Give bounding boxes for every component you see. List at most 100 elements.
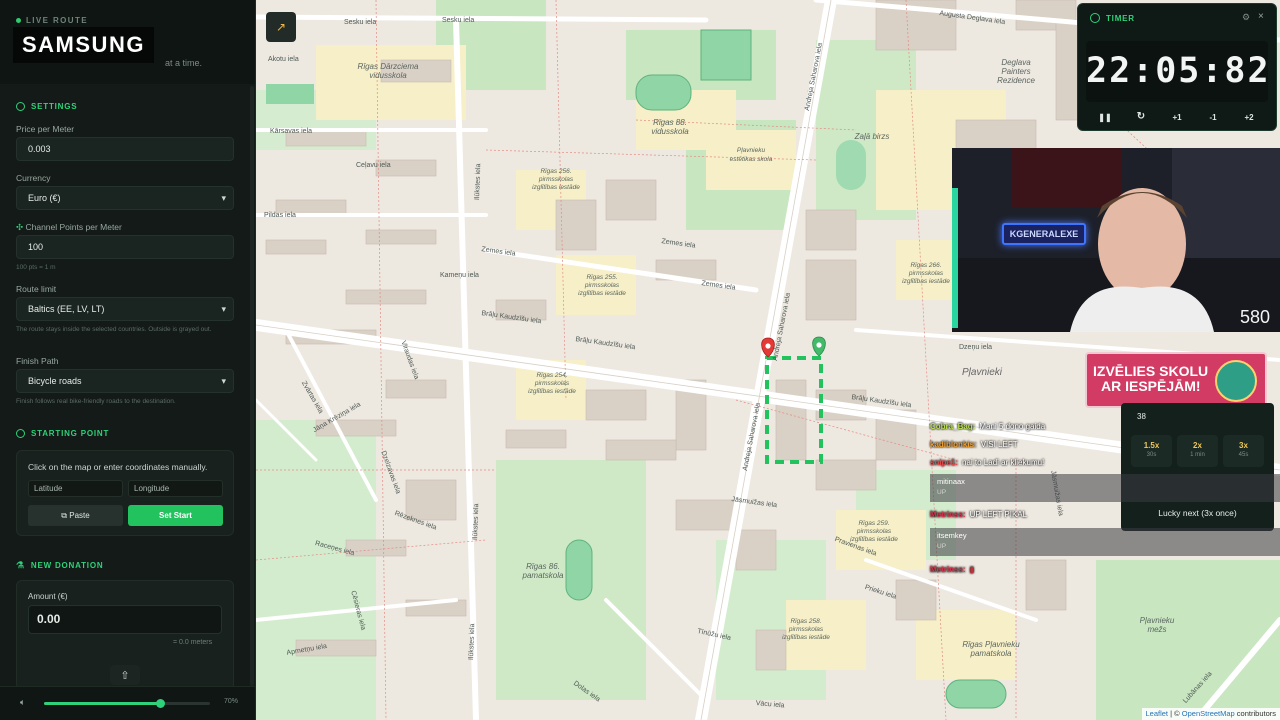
finish-select[interactable]: Bicycle roads xyxy=(16,369,234,393)
settings-section-title: SETTINGS xyxy=(16,102,77,111)
viewer-count: 580 xyxy=(1239,307,1270,327)
app-root: LIVE ROUTE at a time. SAMSUNG SETTINGS P… xyxy=(0,0,1280,720)
place-label: Rīgas 258. pirmsskolas izglītības iestād… xyxy=(782,618,830,641)
points-label: Channel Points per Meter xyxy=(25,222,122,232)
timer-plus1-button[interactable]: +1 xyxy=(1167,113,1187,122)
mult-button-3[interactable]: 3x 45s xyxy=(1223,435,1264,467)
meters-readout: = 0.0 meters xyxy=(173,639,213,646)
map-trend-button[interactable]: ↗ xyxy=(266,12,296,42)
tagline: at a time. xyxy=(165,58,203,68)
street-label: Ilūkstes iela xyxy=(468,623,477,661)
beaker-icon: ⚗ xyxy=(16,560,25,570)
chat-reply-card: mitinaax UP xyxy=(930,474,1280,502)
sidebar-scrollbar[interactable] xyxy=(250,86,254,686)
chat-message: Cobra_Bag: Mani 5 dono gaida xyxy=(930,422,1045,431)
new-donation-title: ⚗ NEW DONATION xyxy=(16,560,103,571)
timer-widget: TIMER ⚙ × 22:05:82 ❚❚ ↻ +1 -1 +2 xyxy=(1077,3,1277,131)
chat-text: Mani 5 dono gaida xyxy=(979,422,1046,431)
street-label: Ceļavu iela xyxy=(356,162,391,169)
new-donation-title-text: NEW DONATION xyxy=(30,561,104,570)
currency-label: Currency xyxy=(16,173,51,183)
mascot-icon xyxy=(1215,360,1257,402)
chat-message: Metrinss: UP LEFT PIKAL xyxy=(930,510,1027,519)
timer-minus1-button[interactable]: -1 xyxy=(1203,113,1223,122)
chat-user: Metrinss: xyxy=(930,565,966,574)
map-attribution: Leaflet | © OpenStreetMap contributors xyxy=(1141,708,1280,720)
pin-icon xyxy=(16,429,25,438)
longitude-input[interactable]: Longitude xyxy=(128,480,223,497)
place-label: Rīgas 266. pirmsskolas izglītības iestād… xyxy=(902,262,950,285)
speaker-icon[interactable]: 🔈︎ xyxy=(20,697,25,708)
volume-fill xyxy=(44,702,161,705)
multiplier-input[interactable]: 38 xyxy=(1129,408,1266,426)
multiplier-panel: 38 1.5x 30s 2x 1 min 3x 45s Lucky next (3x … xyxy=(1121,403,1274,531)
live-dot-icon xyxy=(16,18,21,23)
amount-input[interactable]: 0.00 xyxy=(28,605,222,634)
mult-value: 1.5x xyxy=(1143,441,1160,450)
timer-title: TIMER xyxy=(1090,13,1135,23)
place-label: Pļavnieku mežs xyxy=(1139,616,1175,634)
promo-banner[interactable]: IZVĒLIES SKOLU AR IESPĒJĀM! xyxy=(1085,352,1267,408)
neon-sign: KGENERALEXE xyxy=(1002,223,1086,245)
chat-text: UP LEFT PIKAL xyxy=(969,510,1028,519)
set-start-button[interactable]: Set Start xyxy=(128,505,223,526)
pause-icon: ❚❚ xyxy=(1098,113,1112,122)
place-label: Zaļā birzs xyxy=(854,132,890,141)
pause-button[interactable]: ❚❚ xyxy=(1095,113,1115,122)
points-input[interactable]: 100 xyxy=(16,235,234,259)
amount-label: Amount (€) xyxy=(28,592,68,601)
volume-knob[interactable] xyxy=(156,699,166,708)
attribution-tail: contributors xyxy=(1234,709,1276,718)
place-label: Pļavnieki xyxy=(962,367,1003,378)
chat-user: snipe1: xyxy=(930,458,959,467)
reply-user: mitinaax xyxy=(937,477,965,486)
street-label: Sesku iela xyxy=(344,19,377,26)
latitude-input[interactable]: Latitude xyxy=(28,480,123,497)
chat-user: kadiblonkis: xyxy=(930,440,977,449)
osm-link[interactable]: OpenStreetMap xyxy=(1182,709,1235,718)
chat-user: Metrinss: xyxy=(930,510,966,519)
place-label: Deglava Painters Rezidence xyxy=(997,58,1035,85)
chat-text: ▮ xyxy=(969,565,974,574)
points-label-row: ✣ Channel Points per Meter xyxy=(16,222,122,233)
sidebar: LIVE ROUTE at a time. SAMSUNG SETTINGS P… xyxy=(0,0,256,720)
price-label: Price per Meter xyxy=(16,124,75,134)
clock-icon xyxy=(1090,13,1100,23)
chat-message: kadiblonkis: VISI LEFT xyxy=(930,440,1018,449)
street-label: Sesku iela xyxy=(442,17,475,24)
paste-button[interactable]: ⧉ Paste xyxy=(28,505,123,526)
mult-duration: 45s xyxy=(1238,452,1249,458)
paste-label: Paste xyxy=(69,511,90,520)
arrow-up-icon: ⇧ xyxy=(120,670,130,682)
chat-message: snipe1: nai to Ladi ar kliekumu! xyxy=(930,458,1044,467)
starting-point-title-text: STARTING POINT xyxy=(31,429,110,438)
place-label: Rīgas 86. pamatskola xyxy=(522,562,564,580)
reset-button[interactable]: ↻ xyxy=(1131,111,1151,122)
volume-slider[interactable] xyxy=(44,699,210,708)
mult-button-1[interactable]: 1.5x 30s xyxy=(1131,435,1172,467)
timer-title-text: TIMER xyxy=(1106,13,1135,23)
timer-display: 22:05:82 xyxy=(1086,41,1269,102)
price-input[interactable]: 0.003 xyxy=(16,137,234,161)
lucky-next-button[interactable]: Lucky next (3x once) xyxy=(1121,508,1274,518)
place-label: Pļavnieku estētikas skola xyxy=(729,147,773,163)
scroll-up-button[interactable]: ⇧ xyxy=(110,665,140,685)
mult-button-2[interactable]: 2x 1 min xyxy=(1177,435,1218,467)
place-label: Rīgas 256. pirmsskolas izglītības iestād… xyxy=(532,168,580,191)
chat-text: nai to Ladi ar kliekumu! xyxy=(962,458,1045,467)
close-icon[interactable]: × xyxy=(1258,11,1264,22)
reply-text: UP xyxy=(937,489,947,496)
mult-value: 2x xyxy=(1193,441,1202,450)
street-label: Pildas iela xyxy=(264,212,296,219)
leaflet-link[interactable]: Leaflet xyxy=(1146,709,1169,718)
currency-select[interactable]: Euro (€) xyxy=(16,186,234,210)
settings-title-text: SETTINGS xyxy=(31,102,78,111)
attribution-sep: | © xyxy=(1168,709,1182,718)
route-limit-hint: The route stays inside the selected coun… xyxy=(16,326,212,333)
route-limit-select[interactable]: Baltics (EE, LV, LT) xyxy=(16,297,234,321)
gear-icon[interactable]: ⚙ xyxy=(1242,12,1250,23)
chat-message: Metrinss: ▮ xyxy=(930,565,974,574)
timer-plus2-button[interactable]: +2 xyxy=(1239,113,1259,122)
finish-label: Finish Path xyxy=(16,356,59,366)
webcam-overlay: KGENERALEXE 580 xyxy=(952,148,1280,332)
